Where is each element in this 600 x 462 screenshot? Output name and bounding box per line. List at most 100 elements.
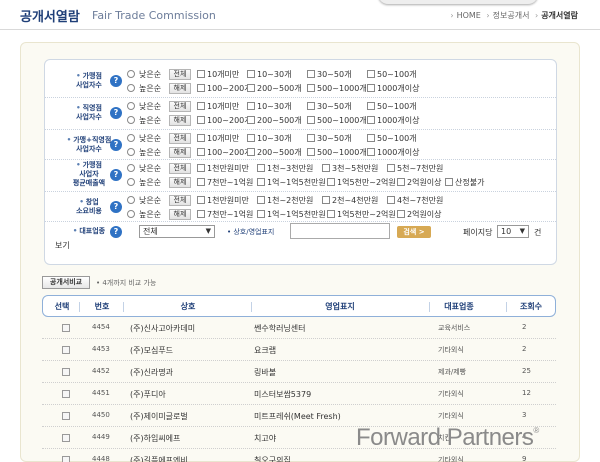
table-row[interactable]: 4452 (주)신라명과 링바볼 제과/제빵 25 <box>42 362 556 383</box>
option-checkbox[interactable]: 50~100개 <box>367 133 417 144</box>
clear-button[interactable]: 해제 <box>169 177 191 188</box>
table-row[interactable]: 4453 (주)모심푸드 요크랩 기타외식 2 <box>42 340 556 361</box>
option-checkbox[interactable]: 200~500개 <box>247 115 302 126</box>
industry-select[interactable]: 전체 ▼ <box>139 225 215 238</box>
search-button[interactable]: 검색 > <box>397 226 431 238</box>
help-icon[interactable]: ? <box>110 107 122 119</box>
option-checkbox[interactable]: 1천만원미만 <box>197 163 249 174</box>
option-checkbox[interactable]: 1000개이상 <box>367 147 419 158</box>
row-checkbox[interactable] <box>62 390 70 398</box>
row-brand[interactable]: 쎈수학러닝센터 <box>254 323 306 334</box>
row-brand[interactable]: 요크랩 <box>254 345 276 356</box>
option-checkbox[interactable]: 1천~3천만원 <box>257 163 313 174</box>
row-company[interactable]: (주)푸디아 <box>130 389 166 400</box>
row-company[interactable]: (주)하임씨에프 <box>130 433 180 444</box>
option-checkbox[interactable]: 500~1000개 <box>307 115 367 126</box>
compare-button[interactable]: 공개서비교 <box>42 276 90 289</box>
option-checkbox[interactable]: 2억원이상 <box>397 209 442 220</box>
option-checkbox[interactable]: 100~200개 <box>197 147 252 158</box>
option-checkbox[interactable]: 10~30개 <box>247 133 291 144</box>
option-checkbox[interactable]: 50~100개 <box>367 101 417 112</box>
select-all-button[interactable]: 전체 <box>169 133 191 144</box>
clear-button[interactable]: 해제 <box>169 115 191 126</box>
option-checkbox[interactable]: 1억~1억5천만원 <box>257 177 326 188</box>
radio-high[interactable] <box>127 210 135 218</box>
option-checkbox[interactable]: 10개미만 <box>197 69 239 80</box>
option-checkbox[interactable]: 500~1000개 <box>307 147 367 158</box>
radio-low[interactable] <box>127 164 135 172</box>
radio-high[interactable] <box>127 148 135 156</box>
option-checkbox[interactable]: 1천만원미만 <box>197 195 249 206</box>
row-brand[interactable]: 칠오구의집 <box>254 455 291 462</box>
option-checkbox[interactable]: 1억5천만~2억원 <box>327 209 396 220</box>
option-checkbox[interactable]: 1천~2천만원 <box>257 195 313 206</box>
option-checkbox[interactable]: 200~500개 <box>247 83 302 94</box>
option-checkbox[interactable]: 1억5천만~2억원 <box>327 177 396 188</box>
option-checkbox[interactable]: 30~50개 <box>307 133 351 144</box>
radio-low[interactable] <box>127 196 135 204</box>
clear-button[interactable]: 해제 <box>169 209 191 220</box>
option-checkbox[interactable]: 3천~5천만원 <box>322 163 378 174</box>
row-checkbox[interactable] <box>62 368 70 376</box>
select-all-button[interactable]: 전체 <box>169 69 191 80</box>
option-checkbox[interactable]: 200~500개 <box>247 147 302 158</box>
row-company[interactable]: (주)모심푸드 <box>130 345 173 356</box>
option-checkbox[interactable]: 100~200개 <box>197 115 252 126</box>
row-company[interactable]: (주)신사고아카데미 <box>130 323 195 334</box>
option-checkbox[interactable]: 10~30개 <box>247 101 291 112</box>
help-icon[interactable]: ? <box>110 139 122 151</box>
row-brand[interactable]: 치고야 <box>254 433 276 444</box>
table-row[interactable]: 4451 (주)푸디아 미스터보쌈5379 기타외식 12 <box>42 384 556 405</box>
row-checkbox[interactable] <box>62 456 70 462</box>
option-checkbox[interactable]: 30~50개 <box>307 69 351 80</box>
option-checkbox[interactable]: 1000개이상 <box>367 115 419 126</box>
option-checkbox[interactable]: 7천만~1억원 <box>197 177 253 188</box>
row-company[interactable]: (주)신라명과 <box>130 367 173 378</box>
radio-high[interactable] <box>127 116 135 124</box>
help-icon[interactable]: ? <box>110 75 122 87</box>
help-icon[interactable]: ? <box>110 226 122 238</box>
option-checkbox[interactable]: 1000개이상 <box>367 83 419 94</box>
radio-low[interactable] <box>127 102 135 110</box>
option-checkbox[interactable]: 1억~1억5천만원 <box>257 209 326 220</box>
clear-button[interactable]: 해제 <box>169 83 191 94</box>
radio-high[interactable] <box>127 84 135 92</box>
option-checkbox[interactable]: 10개미만 <box>197 101 239 112</box>
radio-low[interactable] <box>127 134 135 142</box>
select-all-button[interactable]: 전체 <box>169 101 191 112</box>
row-checkbox[interactable] <box>62 346 70 354</box>
table-row[interactable]: 4454 (주)신사고아카데미 쎈수학러닝센터 교육서비스 2 <box>42 318 556 339</box>
option-checkbox[interactable]: 7천만~1억원 <box>197 209 253 220</box>
option-checkbox[interactable]: 500~1000개 <box>307 83 367 94</box>
row-brand[interactable]: 링바볼 <box>254 367 276 378</box>
clear-button[interactable]: 해제 <box>169 147 191 158</box>
option-checkbox[interactable]: 4천~7천만원 <box>387 195 443 206</box>
option-checkbox[interactable]: 100~200개 <box>197 83 252 94</box>
option-checkbox[interactable]: 2억원이상 <box>397 177 442 188</box>
radio-high[interactable] <box>127 178 135 186</box>
row-brand[interactable]: 미트프레쉬(Meet Fresh) <box>254 411 341 422</box>
radio-low[interactable] <box>127 70 135 78</box>
row-checkbox[interactable] <box>62 324 70 332</box>
row-checkbox[interactable] <box>62 434 70 442</box>
select-all-button[interactable]: 전체 <box>169 163 191 174</box>
help-icon[interactable]: ? <box>110 201 122 213</box>
option-checkbox[interactable]: 10개미만 <box>197 133 239 144</box>
breadcrumb-home[interactable]: HOME <box>457 11 481 20</box>
row-checkbox[interactable] <box>62 412 70 420</box>
select-all-button[interactable]: 전체 <box>169 195 191 206</box>
row-company[interactable]: (주)제이미글로벌 <box>130 411 188 422</box>
option-checkbox[interactable]: 30~50개 <box>307 101 351 112</box>
bullet-icon: • <box>76 161 81 169</box>
row-company[interactable]: (주)길픔에프엔비 <box>130 455 188 462</box>
option-checkbox[interactable]: 10~30개 <box>247 69 291 80</box>
help-icon[interactable]: ? <box>110 169 122 181</box>
option-checkbox[interactable]: 2천~4천만원 <box>322 195 378 206</box>
row-brand[interactable]: 미스터보쌈5379 <box>254 389 311 400</box>
option-checkbox[interactable]: 산정불가 <box>445 177 484 188</box>
search-input[interactable] <box>290 223 390 239</box>
option-checkbox[interactable]: 5천~7천만원 <box>387 163 443 174</box>
per-page-select[interactable]: 10 ▼ <box>497 225 529 238</box>
breadcrumb-info[interactable]: 정보공개서 <box>493 11 530 20</box>
option-checkbox[interactable]: 50~100개 <box>367 69 417 80</box>
